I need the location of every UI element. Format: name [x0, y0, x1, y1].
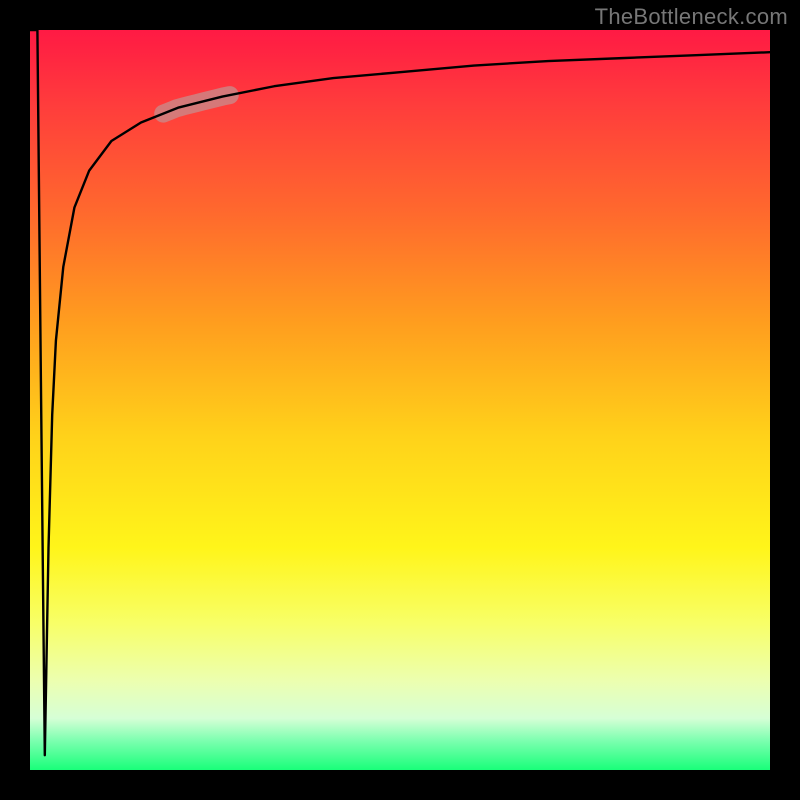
- watermark-text: TheBottleneck.com: [595, 4, 788, 30]
- plot-area: [30, 30, 770, 770]
- chart-container: TheBottleneck.com: [0, 0, 800, 800]
